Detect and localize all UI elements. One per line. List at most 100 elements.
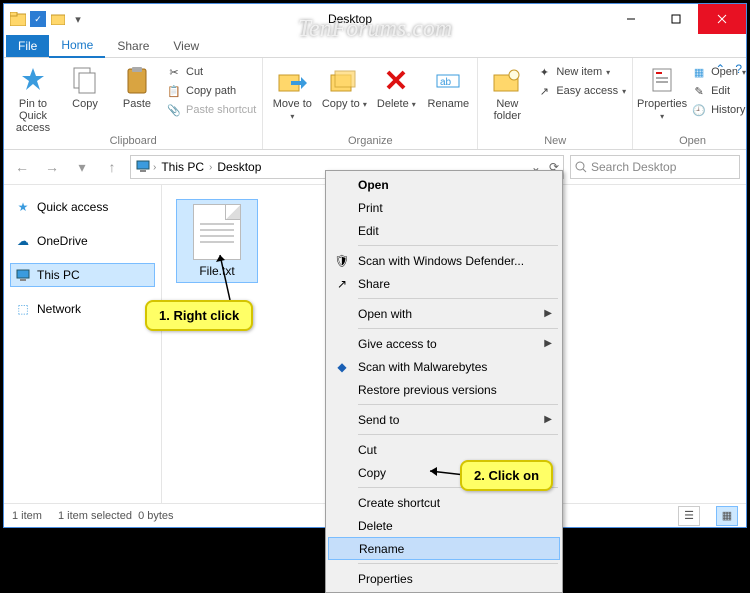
nav-history-button[interactable]: ▾ bbox=[70, 155, 94, 179]
copypath-button[interactable]: 📋Copy path bbox=[166, 83, 256, 99]
window-title: Desktop bbox=[92, 12, 608, 26]
status-item-count: 1 item bbox=[12, 510, 42, 522]
newitem-icon: ✦ bbox=[536, 64, 552, 80]
ctx-shortcut[interactable]: Create shortcut bbox=[328, 491, 560, 514]
nav-pane: ★Quick access ☁OneDrive This PC ⬚Network bbox=[4, 185, 162, 503]
group-label-new: New bbox=[484, 135, 626, 147]
newitem-button[interactable]: ✦New item ▾ bbox=[536, 64, 626, 80]
copyto-button[interactable]: Copy to ▾ bbox=[321, 62, 367, 110]
nav-forward-button[interactable]: → bbox=[40, 155, 64, 179]
nav-network[interactable]: ⬚Network bbox=[10, 297, 155, 321]
ribbon-group-organize: Move to ▾ Copy to ▾ Delete ▾ abRename Or… bbox=[263, 58, 478, 149]
tab-share[interactable]: Share bbox=[105, 35, 161, 57]
star-icon: ★ bbox=[15, 199, 31, 215]
qat-dropdown-icon[interactable]: ▾ bbox=[70, 11, 86, 27]
tab-file[interactable]: File bbox=[6, 35, 49, 57]
quick-access-toolbar: ✓ ▾ bbox=[4, 11, 92, 27]
callout-rightclick: 1. Right click bbox=[145, 300, 253, 331]
rename-button[interactable]: abRename bbox=[425, 62, 471, 110]
edit-button[interactable]: ✎Edit bbox=[691, 83, 746, 99]
cut-button[interactable]: ✂Cut bbox=[166, 64, 256, 80]
view-details-button[interactable]: ☰ bbox=[678, 506, 700, 526]
search-input[interactable]: Search Desktop bbox=[570, 155, 740, 179]
breadcrumb-desktop[interactable]: Desktop bbox=[214, 160, 264, 174]
ctx-print[interactable]: Print bbox=[328, 196, 560, 219]
nav-up-button[interactable]: ↑ bbox=[100, 155, 124, 179]
ctx-edit[interactable]: Edit bbox=[328, 219, 560, 242]
ribbon-group-clipboard: Pin to Quick access Copy Paste ✂Cut 📋Cop… bbox=[4, 58, 263, 149]
paste-shortcut-icon: 📎 bbox=[166, 102, 182, 118]
ctx-malwarebytes[interactable]: ◆Scan with Malwarebytes bbox=[328, 355, 560, 378]
copyto-icon bbox=[328, 64, 360, 96]
maximize-button[interactable] bbox=[653, 4, 698, 34]
share-icon: ↗ bbox=[334, 276, 350, 292]
help-icon[interactable]: ? bbox=[735, 62, 742, 76]
ribbon-group-new: New folder ✦New item ▾ ↗Easy access ▾ Ne… bbox=[478, 58, 633, 149]
defender-icon: 🛡 bbox=[334, 253, 350, 269]
chevron-right-icon: ▶ bbox=[544, 414, 552, 425]
ctx-cut[interactable]: Cut bbox=[328, 438, 560, 461]
ctx-share[interactable]: ↗Share bbox=[328, 272, 560, 295]
edit-icon: ✎ bbox=[691, 83, 707, 99]
ctx-openwith[interactable]: Open with▶ bbox=[328, 302, 560, 325]
group-label-organize: Organize bbox=[269, 135, 471, 147]
ctx-sendto[interactable]: Send to▶ bbox=[328, 408, 560, 431]
view-icons-button[interactable]: ▦ bbox=[716, 506, 738, 526]
paste-button[interactable]: Paste bbox=[114, 62, 160, 110]
ctx-restore[interactable]: Restore previous versions bbox=[328, 378, 560, 401]
malwarebytes-icon: ◆ bbox=[334, 359, 350, 375]
rename-icon: ab bbox=[432, 64, 464, 96]
copy-button[interactable]: Copy bbox=[62, 62, 108, 110]
tab-home[interactable]: Home bbox=[49, 34, 105, 58]
group-label-clipboard: Clipboard bbox=[10, 135, 256, 147]
nav-thispc[interactable]: This PC bbox=[10, 263, 155, 287]
ctx-delete[interactable]: Delete bbox=[328, 514, 560, 537]
file-item[interactable]: File.txt bbox=[176, 199, 258, 283]
qat-newfolder-icon[interactable] bbox=[50, 11, 66, 27]
collapse-ribbon-icon[interactable]: ⌃ bbox=[715, 62, 725, 76]
properties-button[interactable]: Properties ▾ bbox=[639, 62, 685, 122]
easyaccess-button[interactable]: ↗Easy access ▾ bbox=[536, 83, 626, 99]
newfolder-button[interactable]: New folder bbox=[484, 62, 530, 122]
history-button[interactable]: 🕘History bbox=[691, 102, 746, 118]
copypath-icon: 📋 bbox=[166, 83, 182, 99]
textfile-icon bbox=[193, 204, 241, 260]
chevron-right-icon: ▶ bbox=[544, 308, 552, 319]
titlebar: ✓ ▾ Desktop bbox=[4, 4, 746, 34]
addr-pc-icon bbox=[135, 159, 151, 176]
group-label-open: Open bbox=[639, 135, 746, 147]
ctx-defender[interactable]: 🛡Scan with Windows Defender... bbox=[328, 249, 560, 272]
pc-icon bbox=[15, 267, 31, 283]
onedrive-icon: ☁ bbox=[15, 233, 31, 249]
open-icon: ▦ bbox=[691, 64, 707, 80]
nav-onedrive[interactable]: ☁OneDrive bbox=[10, 229, 155, 253]
delete-icon bbox=[380, 64, 412, 96]
properties-icon bbox=[646, 64, 678, 96]
ctx-open[interactable]: Open bbox=[328, 173, 560, 196]
ctx-properties[interactable]: Properties bbox=[328, 567, 560, 590]
file-name: File.txt bbox=[199, 264, 234, 278]
svg-text:ab: ab bbox=[440, 77, 452, 88]
tab-view[interactable]: View bbox=[161, 35, 211, 57]
delete-button[interactable]: Delete ▾ bbox=[373, 62, 419, 110]
qat-properties-icon[interactable]: ✓ bbox=[30, 11, 46, 27]
close-button[interactable] bbox=[698, 4, 746, 34]
callout-clickon: 2. Click on bbox=[460, 460, 553, 491]
breadcrumb-thispc[interactable]: This PC bbox=[158, 160, 207, 174]
newfolder-icon bbox=[491, 64, 523, 96]
pin-quick-access-button[interactable]: Pin to Quick access bbox=[10, 62, 56, 134]
context-menu: Open Print Edit 🛡Scan with Windows Defen… bbox=[325, 170, 563, 593]
moveto-icon bbox=[276, 64, 308, 96]
cut-icon: ✂ bbox=[166, 64, 182, 80]
ctx-rename[interactable]: Rename bbox=[328, 537, 560, 560]
minimize-button[interactable] bbox=[608, 4, 653, 34]
nav-back-button[interactable]: ← bbox=[10, 155, 34, 179]
status-selected: 1 item selected 0 bytes bbox=[58, 510, 174, 522]
paste-shortcut-button[interactable]: 📎Paste shortcut bbox=[166, 102, 256, 118]
pin-icon bbox=[17, 64, 49, 96]
nav-quick-access[interactable]: ★Quick access bbox=[10, 195, 155, 219]
moveto-button[interactable]: Move to ▾ bbox=[269, 62, 315, 122]
ribbon: Pin to Quick access Copy Paste ✂Cut 📋Cop… bbox=[4, 58, 746, 150]
chevron-right-icon: ▶ bbox=[544, 338, 552, 349]
ctx-giveaccess[interactable]: Give access to▶ bbox=[328, 332, 560, 355]
